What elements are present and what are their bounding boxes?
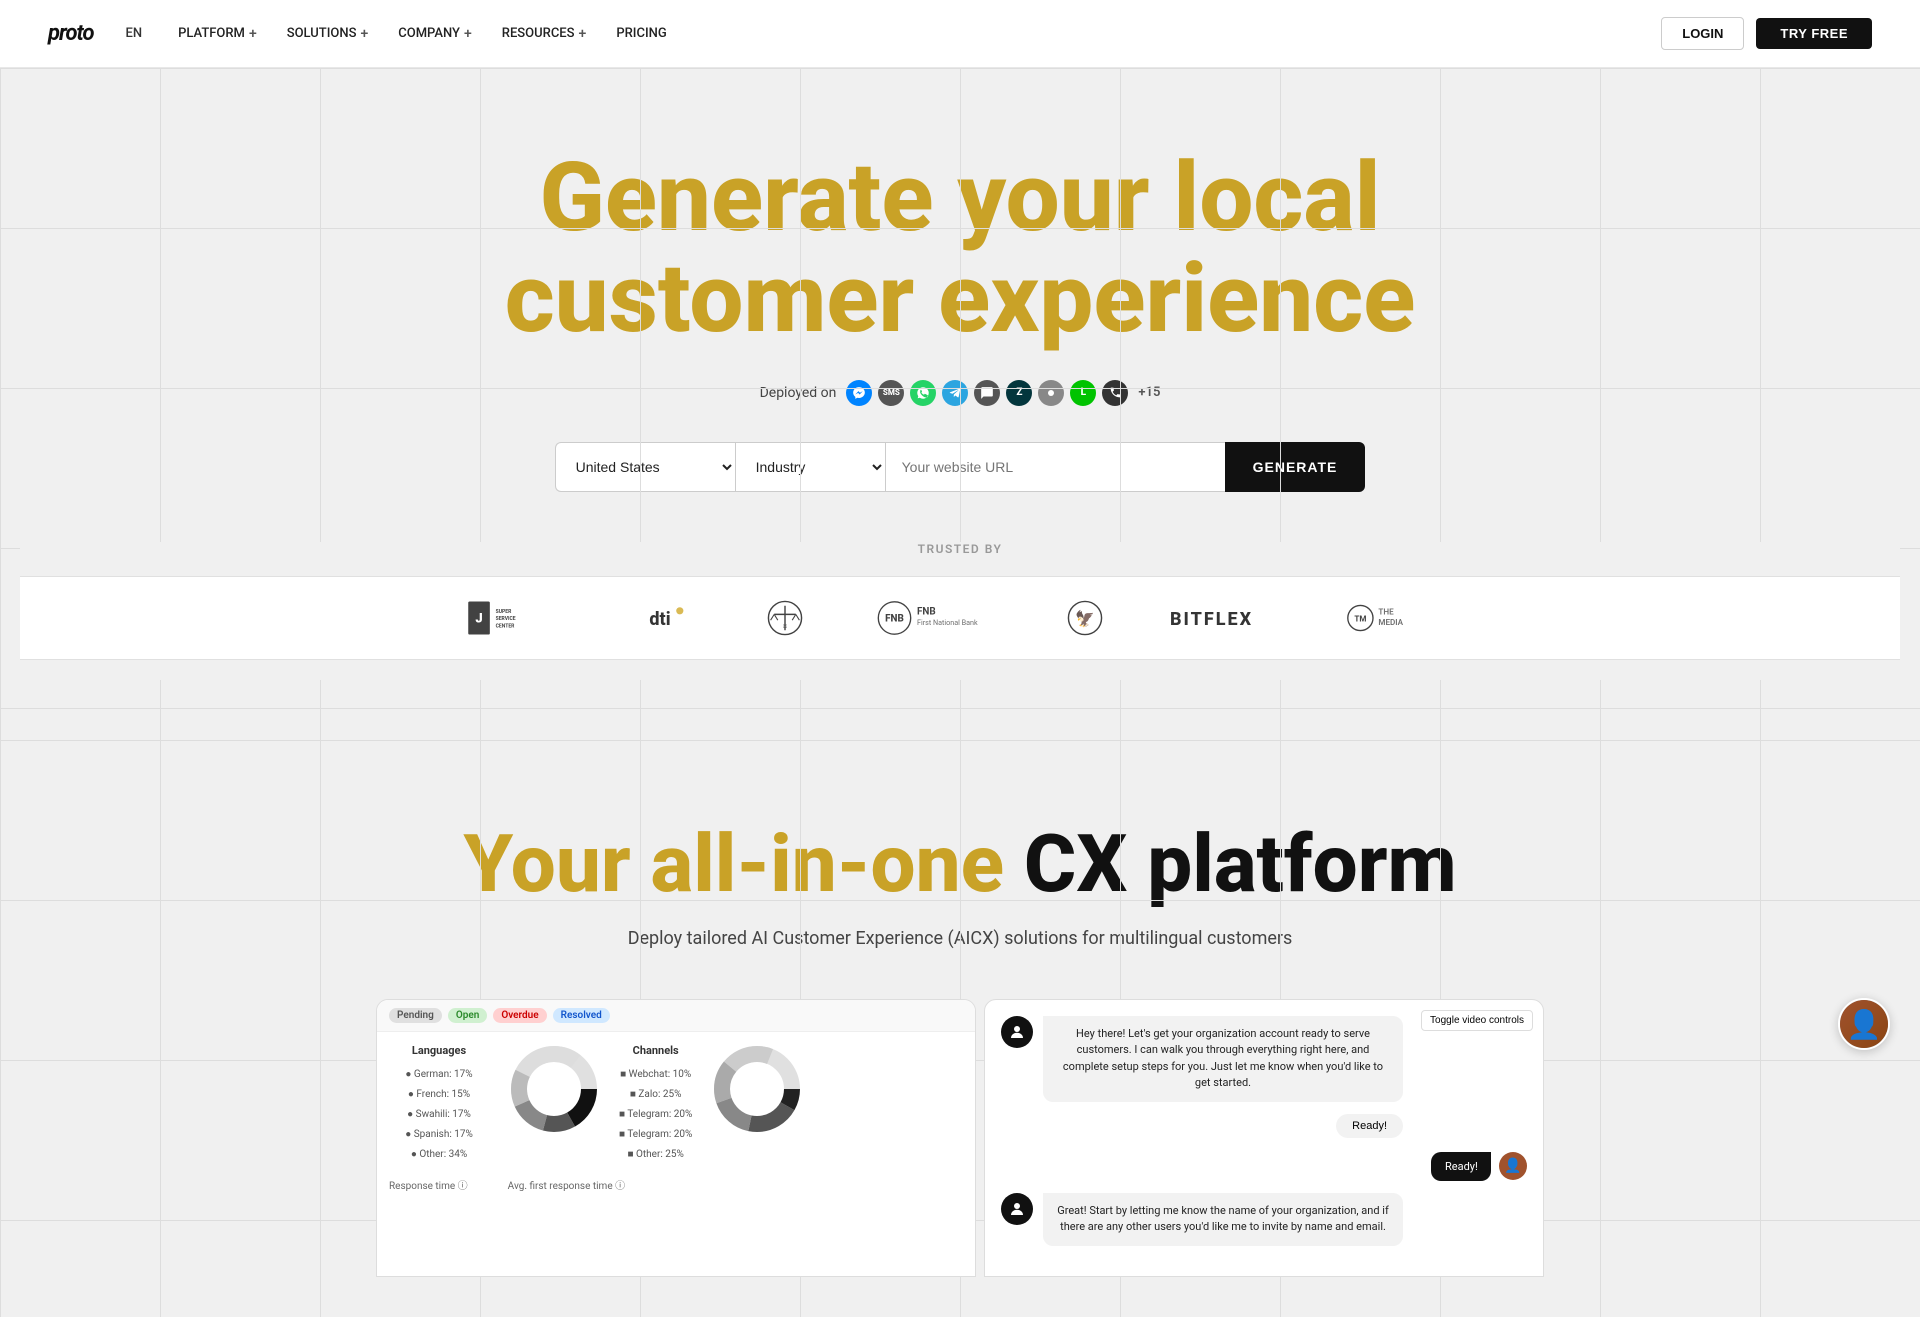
chat-message-1: Hey there! Let's get your organization a… — [1043, 1016, 1403, 1102]
phone-icon — [1102, 380, 1128, 406]
bot-avatar-1 — [1001, 1016, 1033, 1048]
status-bar: Pending Open Overdue Resolved — [377, 1000, 975, 1032]
logo-the-media: TM THE MEDIA — [1340, 593, 1460, 643]
svg-text:🦅: 🦅 — [1075, 608, 1095, 627]
donut-chart — [509, 1044, 599, 1165]
avatar-image: 👤 — [1840, 1000, 1888, 1048]
generate-button[interactable]: GENERATE — [1225, 442, 1366, 492]
svg-text:FNB: FNB — [885, 613, 904, 624]
footer-labels: Response time ⓘ Avg. first response time… — [377, 1177, 975, 1200]
country-select[interactable]: United States United Kingdom Canada Aust… — [555, 442, 735, 492]
nav-solutions[interactable]: SOLUTIONS + — [275, 20, 381, 48]
pill-resolved: Resolved — [553, 1008, 610, 1023]
user-avatar: 👤 — [1499, 1152, 1527, 1180]
generate-form: United States United Kingdom Canada Aust… — [20, 442, 1900, 492]
bubble-icon — [1038, 380, 1064, 406]
nav-pricing[interactable]: PRICING — [604, 20, 678, 48]
logo-bitflex: BITFLEX — [1170, 593, 1280, 643]
toggle-video-button[interactable]: Toggle video controls — [1421, 1010, 1533, 1031]
channels-donut — [712, 1044, 802, 1165]
nav-links: PLATFORM + SOLUTIONS + COMPANY + RESOURC… — [166, 20, 1661, 48]
svg-text:First National Bank: First National Bank — [917, 618, 978, 627]
svg-text:SUPER: SUPER — [496, 609, 512, 615]
messenger-icon — [846, 380, 872, 406]
plus-count: +15 — [1138, 385, 1160, 400]
logo-justice: ⚖ — [760, 593, 810, 643]
channel-icons: SMS Z L — [846, 380, 1128, 406]
login-button[interactable]: LOGIN — [1661, 17, 1744, 50]
telegram-icon — [942, 380, 968, 406]
svg-text:SERVICE: SERVICE — [496, 616, 516, 622]
cx-title: Your all-in-one CX platform — [20, 820, 1900, 908]
industry-select[interactable]: Industry Healthcare Finance Retail — [735, 442, 885, 492]
svg-text:TM: TM — [1354, 613, 1366, 623]
try-free-button[interactable]: TRY FREE — [1756, 18, 1872, 49]
logo-dti: dti — [620, 593, 700, 643]
logo-eagle: 🦅 — [1060, 593, 1110, 643]
ready-response: Ready! — [1431, 1152, 1491, 1181]
svg-text:MEDIA: MEDIA — [1378, 617, 1403, 627]
logo-row: J SUPER SERVICE CENTER dti — [20, 576, 1900, 660]
deployed-label: Deployed on — [760, 385, 837, 401]
chat-icon — [974, 380, 1000, 406]
deployed-row: Deployed on SMS Z L +15 — [20, 380, 1900, 406]
chat-message-2: Great! Start by letting me know the name… — [1043, 1193, 1403, 1246]
svg-text:J: J — [475, 611, 482, 626]
lang-selector[interactable]: EN — [126, 26, 143, 41]
logo-fnb: FNB FNB First National Bank — [870, 593, 1000, 643]
svg-text:THE: THE — [1378, 606, 1394, 616]
nav-resources[interactable]: RESOURCES + — [490, 20, 599, 48]
channels-stats: Channels ■ Webchat: 10% ■ Zalo: 25% ■ Te… — [619, 1044, 692, 1165]
trusted-section: TRUSTED BY J SUPER SERVICE CENTER dti — [20, 542, 1900, 680]
logo: proto — [48, 21, 94, 46]
cx-section: Your all-in-one CX platform Deploy tailo… — [0, 740, 1920, 1317]
zendesk-icon: Z — [1006, 380, 1032, 406]
nav-platform[interactable]: PLATFORM + — [166, 20, 269, 48]
website-url-input[interactable] — [885, 442, 1225, 492]
language-stats: Languages ● German: 17% ● French: 15% ● … — [389, 1044, 489, 1165]
chat-bubble-1: Hey there! Let's get your organization a… — [1001, 1016, 1527, 1138]
svg-text:dti: dti — [649, 609, 670, 630]
chart-area: Languages ● German: 17% ● French: 15% ● … — [377, 1032, 975, 1177]
hero-title: Generate your local customer experience — [20, 148, 1900, 350]
hero-section: Generate your local customer experience … — [0, 68, 1920, 740]
svg-text:FNB: FNB — [917, 606, 936, 617]
svg-text:⚖: ⚖ — [783, 623, 788, 629]
user-reply: Ready! 👤 — [1001, 1152, 1527, 1181]
bot-avatar-2 — [1001, 1193, 1033, 1225]
chat-panel: Toggle video controls Hey there! Let's g… — [984, 999, 1544, 1277]
navbar: proto EN PLATFORM + SOLUTIONS + COMPANY … — [0, 0, 1920, 68]
nav-company[interactable]: COMPANY + — [386, 20, 484, 48]
chat-bubble-2: Great! Start by letting me know the name… — [1001, 1193, 1527, 1246]
line-icon: L — [1070, 380, 1096, 406]
preview-row: Pending Open Overdue Resolved Languages … — [20, 999, 1900, 1277]
navbar-actions: LOGIN TRY FREE — [1661, 17, 1872, 50]
svg-text:CENTER: CENTER — [496, 623, 516, 629]
sms-icon: SMS — [878, 380, 904, 406]
pill-pending: Pending — [389, 1008, 442, 1023]
cx-subtitle: Deploy tailored AI Customer Experience (… — [20, 928, 1900, 949]
pill-open: Open — [448, 1008, 488, 1023]
trusted-label: TRUSTED BY — [20, 542, 1900, 556]
logo-super-service: J SUPER SERVICE CENTER — [460, 593, 560, 643]
ready-button[interactable]: Ready! — [1336, 1114, 1403, 1138]
dashboard-panel: Pending Open Overdue Resolved Languages … — [376, 999, 976, 1277]
floating-avatar[interactable]: 👤 — [1838, 998, 1890, 1050]
svg-text:BITFLEX: BITFLEX — [1170, 609, 1253, 630]
pill-overdue: Overdue — [493, 1008, 546, 1023]
whatsapp-icon — [910, 380, 936, 406]
